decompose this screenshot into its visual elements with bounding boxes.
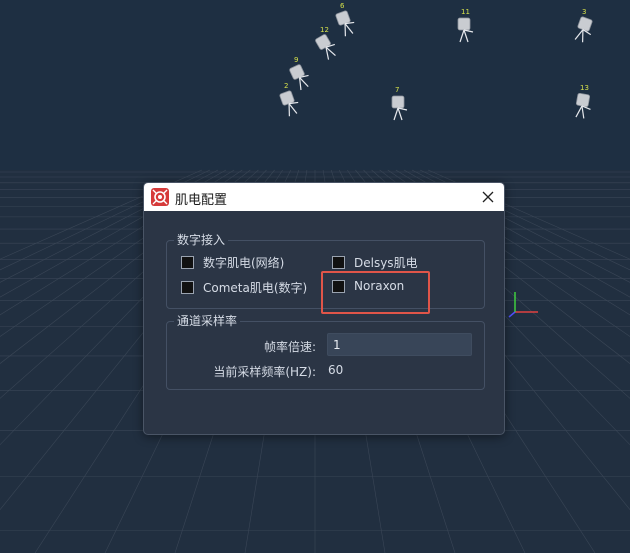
camera-label: 2 [284, 82, 288, 90]
checkbox-label: 数字肌电(网络) [203, 256, 285, 270]
sample-rate-label: 当前采样频率(HZ): [213, 365, 316, 379]
checkbox-delsys-emg[interactable]: Delsys肌电 [332, 254, 418, 271]
camera-marker [457, 17, 474, 43]
checkbox-label: Delsys肌电 [354, 256, 418, 270]
camera-label: 12 [320, 26, 329, 34]
channel-sample-rate-title: 通道采样率 [174, 314, 241, 328]
camera-marker [279, 90, 299, 117]
camera-marker [315, 34, 336, 60]
frame-rate-input[interactable] [327, 333, 472, 356]
checkbox-network-emg[interactable]: 数字肌电(网络) [181, 254, 284, 271]
camera-marker [575, 92, 591, 119]
camera-markers: 6 12 9 2 11 7 3 13 [279, 2, 593, 121]
camera-marker [289, 64, 309, 91]
dialog-titlebar[interactable]: 肌电配置 [144, 183, 504, 211]
camera-marker [391, 95, 408, 121]
dialog-title: 肌电配置 [175, 193, 228, 208]
checkbox-box[interactable] [181, 281, 194, 294]
checkbox-label: Cometa肌电(数字) [203, 281, 308, 295]
camera-label: 7 [395, 86, 399, 94]
emg-config-dialog: 肌电配置 数字接入 数字肌电(网络) Delsys肌电 Cometa肌电(数字)… [143, 182, 505, 435]
sample-rate-value: 60 [328, 363, 344, 377]
channel-sample-rate-group: 通道采样率 帧率倍速: 当前采样频率(HZ): 60 [166, 314, 485, 390]
checkbox-box[interactable] [181, 256, 194, 269]
camera-label: 3 [582, 8, 586, 16]
camera-label: 6 [340, 2, 345, 10]
checkbox-box[interactable] [332, 256, 345, 269]
noraxon-highlight-box [321, 271, 430, 314]
app-logo-icon [151, 188, 169, 206]
camera-label: 9 [294, 56, 298, 64]
camera-marker [335, 10, 355, 37]
camera-marker [574, 16, 593, 43]
digital-access-title: 数字接入 [174, 233, 229, 247]
checkbox-cometa-emg[interactable]: Cometa肌电(数字) [181, 279, 307, 296]
camera-label: 11 [461, 8, 470, 16]
camera-label: 13 [580, 84, 589, 92]
frame-rate-label: 帧率倍速: [263, 340, 316, 354]
close-icon[interactable] [478, 187, 498, 207]
